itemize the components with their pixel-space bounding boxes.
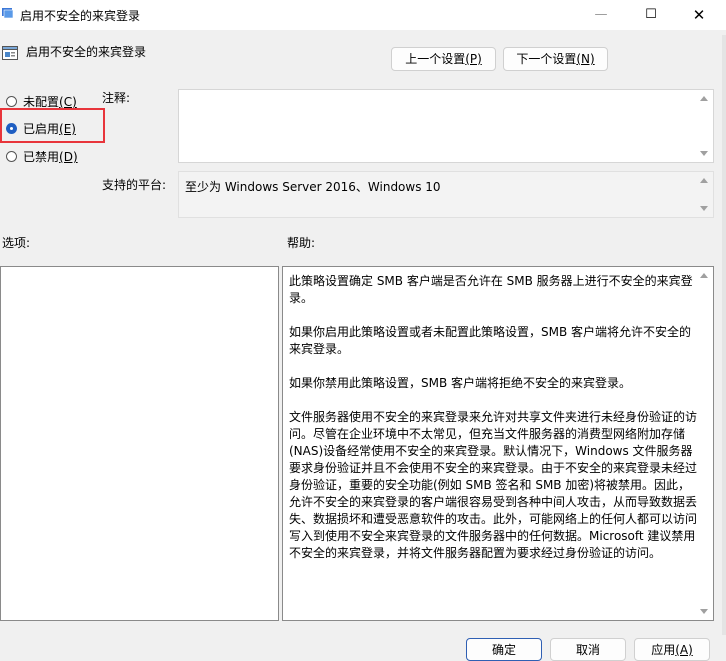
help-label: 帮助: (287, 236, 316, 250)
help-pane[interactable]: 此策略设置确定 SMB 客户端是否允许在 SMB 服务器上进行不安全的来宾登录。… (282, 266, 714, 621)
next-setting-label: 下一个设置 (516, 52, 577, 66)
minimize-button[interactable]: — (578, 0, 624, 30)
apply-key: (A) (675, 643, 693, 657)
options-label: 选项: (2, 236, 31, 250)
help-paragraph: 如果你启用此策略设置或者未配置此策略设置，SMB 客户端将允许不安全的来宾登录。 (289, 325, 692, 356)
radio-not-configured-key: (C) (59, 95, 77, 109)
next-setting-key: (N) (576, 52, 595, 66)
platform-label: 支持的平台: (102, 178, 167, 192)
platform-scroll-down-icon[interactable] (700, 206, 708, 211)
comment-scroll-up-icon[interactable] (700, 96, 708, 101)
previous-setting-button[interactable]: 上一个设置(P) (391, 47, 496, 71)
radio-disabled-key: (D) (59, 150, 78, 164)
radio-not-configured-text: 未配置 (23, 95, 60, 109)
comment-scroll-down-icon[interactable] (700, 151, 708, 156)
help-text: 此策略设置确定 SMB 客户端是否允许在 SMB 服务器上进行不安全的来宾登录。… (289, 273, 697, 579)
radio-not-configured-circle[interactable] (6, 96, 17, 107)
maximize-button[interactable]: ☐ (628, 0, 674, 30)
window-title: 启用不安全的来宾登录 (20, 9, 141, 23)
platform-scrollbar[interactable] (696, 172, 713, 217)
previous-setting-label: 上一个设置 (405, 52, 466, 66)
help-scroll-down-icon[interactable] (700, 609, 708, 614)
help-paragraph: 此策略设置确定 SMB 客户端是否允许在 SMB 服务器上进行不安全的来宾登录。 (289, 274, 693, 305)
comment-scrollbar[interactable] (696, 90, 713, 162)
policy-setting-icon (2, 46, 18, 60)
help-scrollbar[interactable] (696, 267, 713, 620)
policy-app-icon (2, 8, 14, 19)
next-setting-button[interactable]: 下一个设置(N) (503, 47, 608, 71)
help-paragraph: 如果你禁用此策略设置，SMB 客户端将拒绝不安全的来宾登录。 (289, 376, 632, 390)
previous-setting-key: (P) (465, 52, 482, 66)
ok-button[interactable]: 确定 (466, 638, 542, 661)
enabled-highlight-box (0, 108, 105, 143)
radio-disabled-label: 已禁用(D) (23, 148, 78, 165)
help-scroll-up-icon[interactable] (700, 273, 708, 278)
platform-scroll-up-icon[interactable] (700, 178, 708, 183)
options-pane (0, 266, 279, 621)
platform-field: 至少为 Windows Server 2016、Windows 10 (178, 171, 714, 218)
apply-label: 应用 (651, 643, 676, 657)
title-bar: 启用不安全的来宾登录 — ☐ ✕ (0, 0, 726, 30)
apply-button[interactable]: 应用(A) (634, 638, 710, 661)
help-paragraph: 文件服务器使用不安全的来宾登录来允许对共享文件夹进行未经身份验证的访问。尽管在企… (289, 410, 698, 560)
radio-disabled-circle[interactable] (6, 151, 17, 162)
close-button[interactable]: ✕ (676, 0, 722, 30)
platform-value: 至少为 Windows Server 2016、Windows 10 (185, 180, 441, 194)
policy-title: 启用不安全的来宾登录 (26, 45, 147, 59)
radio-disabled-text: 已禁用 (23, 150, 60, 164)
comment-textarea[interactable] (178, 89, 714, 163)
comment-label: 注释: (102, 91, 131, 105)
cancel-button[interactable]: 取消 (550, 638, 626, 661)
window-edge (722, 35, 726, 635)
radio-disabled[interactable]: 已禁用(D) (0, 148, 100, 166)
